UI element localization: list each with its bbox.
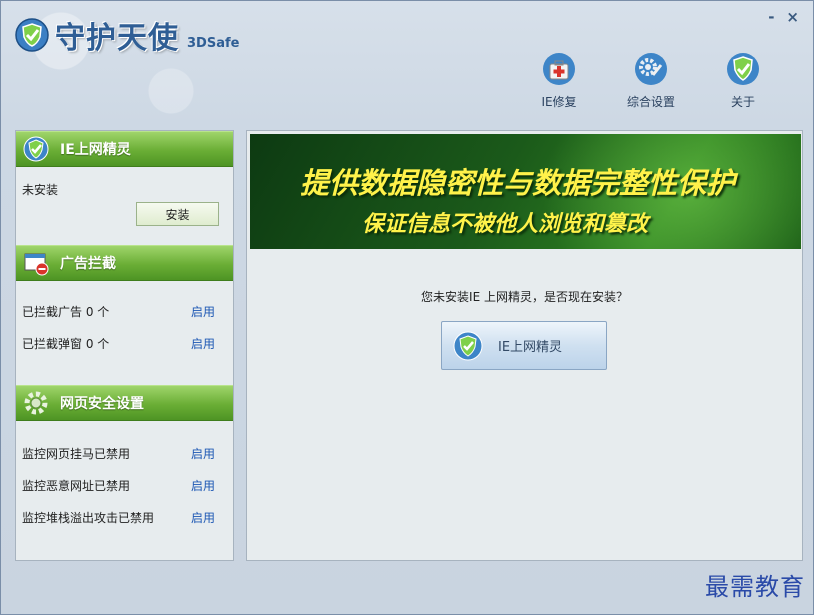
- trojan-monitor-status: 监控网页挂马已禁用: [22, 446, 131, 461]
- app-window: 守护天使 3DSafe - × IE修复 综合设置 关于 IE上网精灵 未安装 …: [0, 0, 814, 615]
- minimize-button[interactable]: -: [768, 9, 774, 25]
- sidebar: IE上网精灵 未安装 安装 广告拦截 已拦截广告 0 个 启用 已拦截弹窗 0 …: [15, 130, 234, 561]
- settings-button[interactable]: 综合设置: [605, 51, 697, 110]
- shield-logo-icon: [15, 18, 49, 52]
- window-controls: - ×: [768, 9, 799, 25]
- gear-icon: [635, 53, 667, 85]
- shield-check-icon: [453, 331, 483, 360]
- shield-check-icon: [727, 53, 759, 85]
- ie-repair-label: IE修复: [541, 95, 577, 109]
- blocked-ads-count: 已拦截广告 0 个: [22, 304, 110, 319]
- ad-section-header: 广告拦截: [16, 245, 233, 281]
- list-item: 监控网页挂马已禁用 启用: [22, 437, 227, 469]
- banner-headline: 提供数据隐密性与数据完整性保护: [300, 166, 736, 200]
- gear-icon: [24, 391, 48, 415]
- list-item: 监控恶意网址已禁用 启用: [22, 469, 227, 501]
- first-aid-kit-icon: [543, 53, 575, 85]
- ad-section-title: 广告拦截: [60, 256, 116, 272]
- install-button[interactable]: 安装: [136, 202, 219, 226]
- malicious-url-monitor-status: 监控恶意网址已禁用: [22, 478, 131, 493]
- enable-popup-block-link[interactable]: 启用: [191, 335, 215, 352]
- security-section-body: 监控网页挂马已禁用 启用 监控恶意网址已禁用 启用 监控堆栈溢出攻击已禁用 启用: [16, 421, 233, 533]
- close-button[interactable]: ×: [786, 9, 799, 25]
- ie-repair-button[interactable]: IE修复: [513, 51, 605, 110]
- app-subtitle: 3DSafe: [187, 35, 240, 51]
- ad-block-icon: [24, 253, 49, 276]
- shield-check-icon: [23, 136, 49, 162]
- install-status: 未安装: [22, 183, 59, 197]
- enable-overflow-monitor-link[interactable]: 启用: [191, 509, 215, 526]
- list-item: 已拦截广告 0 个 启用: [22, 295, 227, 327]
- list-item: 已拦截弹窗 0 个 启用: [22, 327, 227, 359]
- ie-section-body: 未安装 安装: [16, 167, 233, 245]
- security-section-header: 网页安全设置: [16, 385, 233, 421]
- ie-assistant-button[interactable]: IE上网精灵: [441, 321, 607, 370]
- about-label: 关于: [730, 95, 755, 109]
- install-prompt: 您未安装IE 上网精灵，是否现在安装？: [421, 290, 628, 304]
- app-logo: 守护天使 3DSafe: [15, 13, 239, 57]
- main-panel: 提供数据隐密性与数据完整性保护 保证信息不被他人浏览和篡改 您未安装IE 上网精…: [246, 130, 803, 561]
- promo-banner: 提供数据隐密性与数据完整性保护 保证信息不被他人浏览和篡改: [250, 134, 801, 249]
- security-section-title: 网页安全设置: [60, 396, 144, 412]
- ad-section-body: 已拦截广告 0 个 启用 已拦截弹窗 0 个 启用: [16, 281, 233, 385]
- list-item: 监控堆栈溢出攻击已禁用 启用: [22, 501, 227, 533]
- banner-subline: 保证信息不被他人浏览和篡改: [362, 212, 649, 237]
- enable-url-monitor-link[interactable]: 启用: [191, 477, 215, 494]
- overflow-monitor-status: 监控堆栈溢出攻击已禁用: [22, 510, 155, 525]
- enable-trojan-monitor-link[interactable]: 启用: [191, 445, 215, 462]
- app-title: 守护天使: [55, 21, 179, 56]
- blocked-popups-count: 已拦截弹窗 0 个: [22, 336, 110, 351]
- watermark: 最需教育: [705, 573, 805, 601]
- ie-assistant-label: IE上网精灵: [498, 340, 563, 355]
- ie-section-header: IE上网精灵: [16, 131, 233, 167]
- toolbar: IE修复 综合设置 关于: [513, 51, 789, 110]
- enable-ad-block-link[interactable]: 启用: [191, 303, 215, 320]
- ie-section-title: IE上网精灵: [60, 142, 131, 158]
- about-button[interactable]: 关于: [697, 51, 789, 110]
- settings-label: 综合设置: [626, 95, 675, 109]
